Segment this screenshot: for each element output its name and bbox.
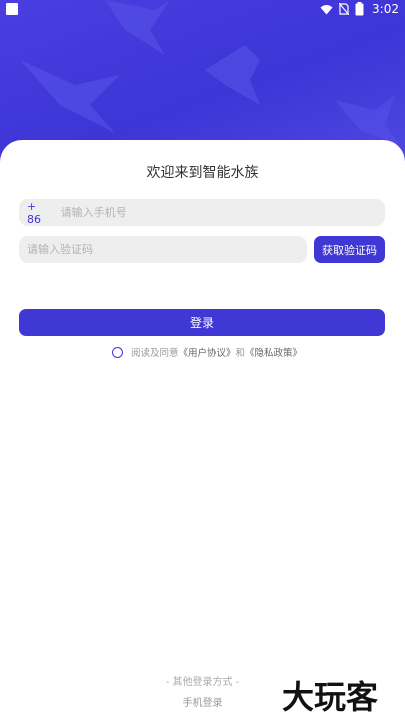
verification-code-input[interactable] [27, 243, 307, 256]
page-title: 欢迎来到智能水族 [146, 165, 259, 181]
login-button[interactable]: 登录 [19, 309, 385, 336]
privacy-policy-link[interactable]: 《隐私政策》 [245, 345, 302, 359]
agreement-row: 阅读及同意 《用户协议》 和 《隐私政策》 [112, 345, 302, 359]
watermark-logo: 大玩客 [282, 678, 378, 716]
login-card: 欢迎来到智能水族 + 86 获取验证码 登录 阅读及同意 《用户协议》 和 《隐… [0, 140, 405, 720]
agreement-and: 和 [235, 348, 246, 359]
no-sim-icon [339, 3, 350, 15]
watermark-text: 大玩客 [282, 678, 378, 716]
fish-decoration-icon [205, 45, 260, 105]
wifi-icon [320, 4, 333, 14]
status-time: 3:02 [372, 2, 399, 16]
agreement-prefix: 阅读及同意 [131, 348, 179, 359]
user-agreement-link[interactable]: 《用户协议》 [179, 345, 236, 359]
get-code-button[interactable]: 获取验证码 [314, 236, 385, 263]
status-bar: 3:02 [0, 0, 405, 18]
agree-radio[interactable] [112, 346, 123, 358]
phone-input[interactable] [60, 206, 385, 219]
country-code-prefix[interactable]: + 86 [27, 200, 51, 226]
code-field[interactable] [19, 236, 307, 263]
fish-decoration-icon [20, 60, 120, 133]
notification-icon [6, 3, 18, 15]
battery-icon [355, 2, 364, 16]
phone-field[interactable]: + 86 [19, 199, 385, 226]
